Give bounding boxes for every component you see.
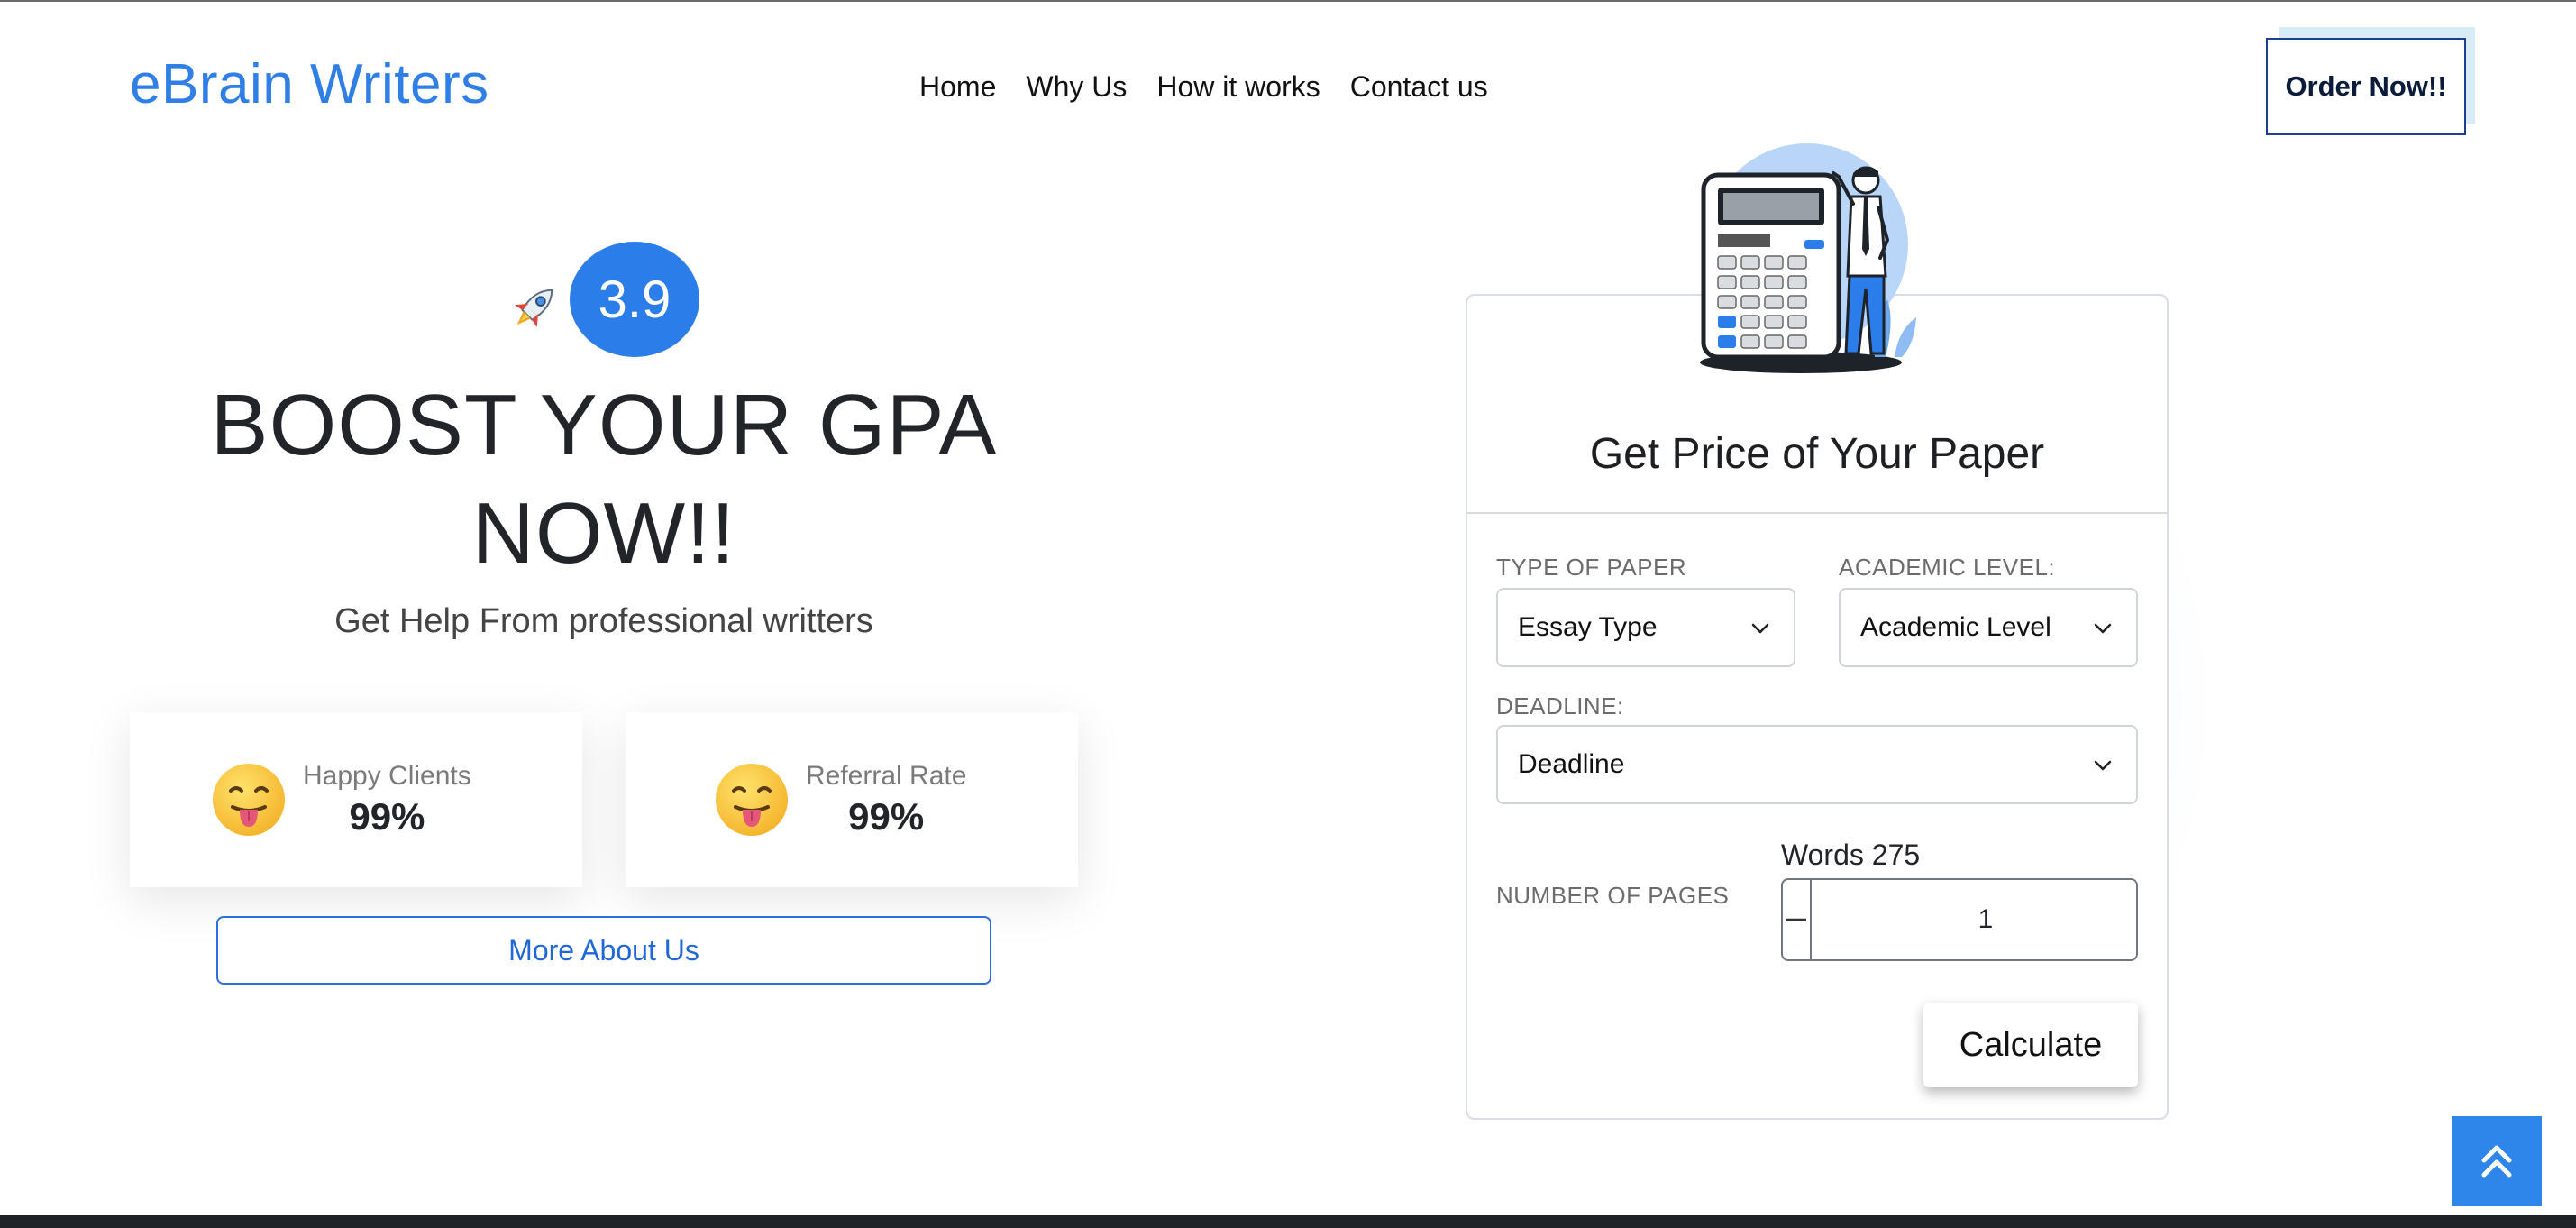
more-about-us-button[interactable]: More About Us <box>216 916 991 985</box>
word-count: Words 275 <box>1781 839 1921 871</box>
hero-title-line-1: BOOST YOUR GPA <box>210 377 998 473</box>
bottom-edge <box>0 1215 2576 1228</box>
order-now-label: Order Now!! <box>2285 70 2447 102</box>
deadline-value: Deadline <box>1518 749 1625 779</box>
type-of-paper-select[interactable]: Essay Type <box>1496 588 1795 667</box>
main-nav: Home Why Us How it works Contact us <box>919 70 1488 104</box>
nav-contact-us[interactable]: Contact us <box>1350 70 1488 104</box>
tongue-out-emoji-icon <box>213 764 285 836</box>
pages-stepper <box>1781 878 2138 961</box>
type-of-paper-label: TYPE OF PAPER <box>1496 554 1687 581</box>
stat-text: Referral Rate 99% <box>806 761 966 839</box>
pages-input[interactable] <box>1812 880 2136 959</box>
nav-why-us[interactable]: Why Us <box>1026 70 1127 104</box>
nav-how-it-works[interactable]: How it works <box>1156 70 1320 104</box>
chevron-down-icon <box>2094 623 2112 634</box>
deadline-select[interactable]: Deadline <box>1496 725 2138 804</box>
hero-subtitle: Get Help From professional writters <box>334 602 873 640</box>
stat-value: 99% <box>349 795 425 838</box>
nav-home[interactable]: Home <box>919 70 996 104</box>
rocket-icon <box>515 289 553 327</box>
calculator-divider <box>1467 512 2167 514</box>
academic-level-value: Academic Level <box>1860 612 2051 642</box>
hero-title: BOOST YOUR GPA NOW!! <box>153 371 1055 588</box>
minus-icon <box>1786 918 1806 921</box>
rating-badge: 3.9 <box>570 242 699 357</box>
scroll-to-top-button[interactable] <box>2452 1116 2542 1206</box>
calculator-title: Get Price of Your Paper <box>1589 430 2045 478</box>
stat-text: Happy Clients 99% <box>303 761 471 839</box>
top-border <box>0 0 2576 2</box>
hero-title-line-2: NOW!! <box>471 485 736 582</box>
double-chevron-up-icon <box>2481 1145 2512 1178</box>
stat-card-happy-clients: Happy Clients 99% <box>130 712 582 887</box>
stat-label: Referral Rate <box>806 761 967 791</box>
stat-card-referral-rate: Referral Rate 99% <box>626 712 1078 887</box>
academic-level-select[interactable]: Academic Level <box>1839 588 2138 667</box>
calculate-button[interactable]: Calculate <box>1923 1003 2138 1087</box>
academic-level-label: ACADEMIC LEVEL: <box>1839 554 2056 581</box>
chevron-down-icon <box>2094 760 2112 771</box>
chevron-down-icon <box>1751 623 1769 634</box>
type-of-paper-value: Essay Type <box>1518 612 1658 642</box>
stat-label: Happy Clients <box>303 761 471 791</box>
site-logo[interactable]: eBrain Writers <box>130 52 489 116</box>
number-of-pages-label: NUMBER OF PAGES <box>1496 882 1730 909</box>
decrease-pages-button[interactable] <box>1783 880 1812 959</box>
calculator-illustration <box>1700 143 1916 373</box>
order-now-button[interactable]: Order Now!! <box>2266 27 2475 135</box>
tongue-out-emoji-icon <box>716 764 788 836</box>
stat-value: 99% <box>848 795 925 838</box>
deadline-label: DEADLINE: <box>1496 692 1624 719</box>
